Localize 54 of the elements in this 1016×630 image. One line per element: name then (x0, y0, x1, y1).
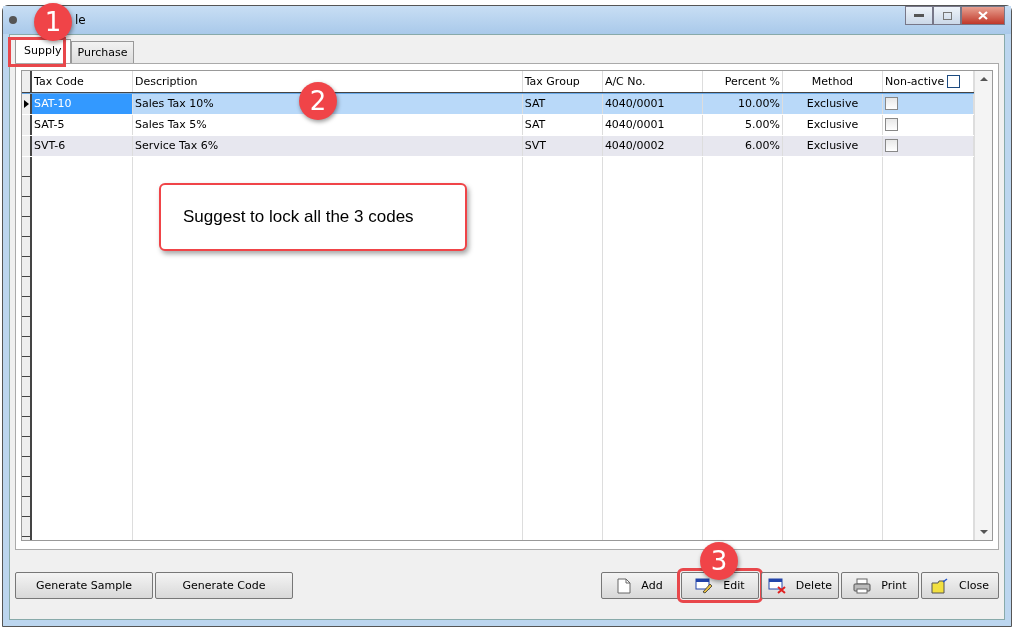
document-icon (617, 577, 632, 594)
table-cell: SAT-10 (32, 94, 133, 114)
callout-note: Suggest to lock all the 3 codes (159, 183, 467, 251)
action-button[interactable]: Generate Code (155, 572, 293, 599)
minimize-icon (914, 13, 924, 18)
table-cell: 4040/0001 (602, 115, 703, 135)
column-header[interactable]: Percent % (702, 71, 783, 92)
table-cell: 5.00% (702, 115, 783, 135)
row-indicator (22, 115, 32, 135)
maximize-icon (942, 11, 952, 20)
table-row[interactable]: SVT-6 Service Tax 6% SVT 4040/0002 6.00% Exclusive (22, 136, 974, 157)
column-header[interactable]: A/C No. (602, 71, 703, 92)
delete-icon (768, 577, 786, 594)
checkbox[interactable] (884, 118, 898, 131)
table-cell: Service Tax 6% (132, 136, 523, 156)
scroll-up-icon[interactable] (979, 77, 988, 81)
action-button[interactable]: Close (921, 572, 999, 599)
scroll-down-icon[interactable] (979, 530, 988, 534)
action-button[interactable]: Add (601, 572, 679, 599)
maximize-button[interactable] (933, 6, 961, 25)
column-header[interactable]: Tax Group (522, 71, 603, 92)
close-button[interactable] (961, 6, 1005, 25)
folder-icon (931, 577, 949, 594)
table-cell: SVT-6 (32, 136, 133, 156)
table-cell: 4040/0001 (602, 94, 703, 114)
table-cell: 6.00% (702, 136, 783, 156)
table-cell: SAT (522, 94, 603, 114)
minimize-button[interactable] (905, 6, 933, 25)
row-indicator (22, 136, 32, 156)
window-title: le (75, 13, 86, 27)
table-row[interactable]: SAT-5 Sales Tax 5% SAT 4040/0001 5.00% Exclusive (22, 115, 974, 136)
column-header[interactable]: Method (783, 71, 883, 92)
checkbox[interactable] (884, 97, 898, 110)
table-cell: 10.00% (702, 94, 783, 114)
table-cell: Exclusive (783, 136, 883, 156)
action-button[interactable]: Delete (761, 572, 839, 599)
app-icon (9, 16, 17, 24)
column-header[interactable]: Tax Code (32, 71, 133, 92)
action-button[interactable]: Print (841, 572, 919, 599)
action-button[interactable]: Generate Sample (15, 572, 153, 599)
column-header[interactable]: Non-active (882, 71, 974, 92)
table-cell: Exclusive (783, 115, 883, 135)
tab[interactable]: Purchase (70, 41, 135, 63)
edit-icon (695, 577, 714, 594)
close-icon (978, 11, 988, 20)
table-cell: SAT (522, 115, 603, 135)
table-cell: Exclusive (783, 94, 883, 114)
checkbox[interactable] (884, 139, 898, 152)
scrollbar[interactable] (974, 71, 992, 540)
table-cell: 4040/0002 (602, 136, 703, 156)
checkbox[interactable] (947, 75, 961, 88)
table-cell: SVT (522, 136, 603, 156)
table-cell: SAT-5 (32, 115, 133, 135)
printer-icon (853, 577, 872, 594)
